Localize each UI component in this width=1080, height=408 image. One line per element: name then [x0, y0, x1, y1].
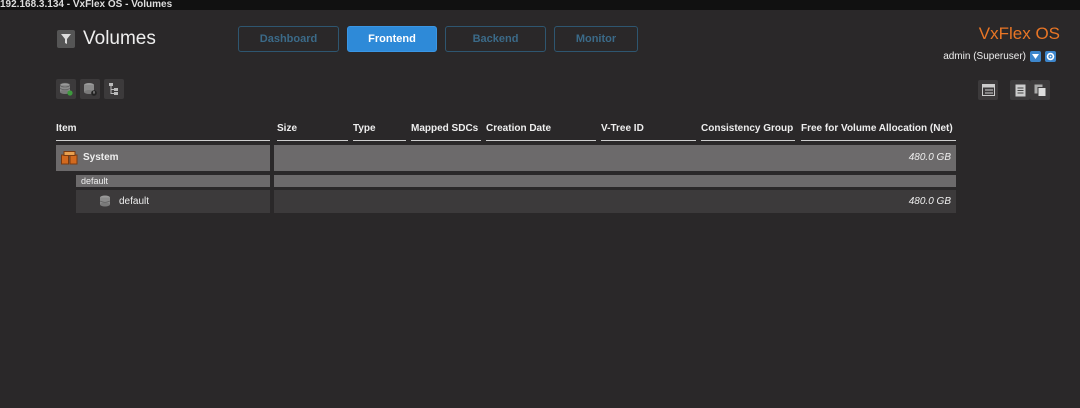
view-toolbar [978, 80, 1050, 100]
gear-icon [1046, 52, 1055, 61]
filter-icon [61, 34, 71, 44]
main-nav: Dashboard Frontend Backend Monitor [238, 26, 646, 52]
column-header-free-allocation[interactable]: Free for Volume Allocation (Net) [801, 120, 956, 141]
column-header-consistency-group[interactable]: Consistency Group [701, 120, 795, 141]
protection-domain-data-cell [274, 175, 956, 187]
storage-pool-data-cell [274, 190, 956, 213]
protection-domain-name: default [81, 176, 109, 186]
storage-pool-icon [99, 195, 111, 207]
user-menu: admin (Superuser) [943, 51, 1056, 62]
brand-suffix: OS [1035, 24, 1060, 43]
volume-status-button[interactable] [80, 79, 100, 99]
brand-name: VxFlex [978, 24, 1031, 43]
system-data-cell [274, 145, 956, 171]
system-name: System [83, 152, 119, 163]
table-view-button[interactable] [978, 80, 998, 100]
user-dropdown-button[interactable] [1030, 51, 1041, 62]
copy-button[interactable] [1030, 80, 1050, 100]
volume-toolbar [56, 79, 128, 99]
column-header-size[interactable]: Size [277, 120, 348, 141]
add-volume-button[interactable] [56, 79, 76, 99]
table-icon [981, 84, 995, 96]
brand-logo: VxFlex OS [979, 24, 1060, 44]
database-alert-icon [84, 83, 97, 96]
window-title: 192.168.3.134 - VxFlex OS - Volumes [0, 0, 173, 10]
column-header-mapped-sdcs[interactable]: Mapped SDCs [411, 120, 481, 141]
details-button[interactable] [1010, 80, 1030, 100]
page-title: Volumes [83, 28, 156, 49]
nav-monitor[interactable]: Monitor [554, 26, 638, 52]
column-header-vtree-id[interactable]: V-Tree ID [601, 120, 696, 141]
settings-button[interactable] [1045, 51, 1056, 62]
chevron-down-icon [1032, 54, 1039, 59]
storage-pool-free-allocation: 480.0 GB [908, 196, 951, 207]
window-titlebar: 192.168.3.134 - VxFlex OS - Volumes [0, 0, 1080, 10]
user-label: admin (Superuser) [943, 51, 1026, 62]
nav-frontend[interactable]: Frontend [347, 26, 437, 52]
filter-button[interactable] [57, 30, 75, 48]
system-free-allocation: 480.0 GB [908, 152, 951, 163]
nav-dashboard[interactable]: Dashboard [238, 26, 339, 52]
table-row-storage-pool[interactable]: default 480.0 GB [76, 190, 956, 213]
storage-pool-name: default [119, 196, 150, 207]
table-row-system[interactable]: System 480.0 GB [56, 145, 956, 171]
column-header-type[interactable]: Type [353, 120, 406, 141]
table-row-protection-domain[interactable]: default [76, 175, 956, 187]
database-add-icon [59, 82, 73, 96]
copy-icon [1034, 84, 1046, 97]
nav-backend[interactable]: Backend [445, 26, 546, 52]
column-header-item[interactable]: Item [56, 120, 270, 141]
page-header: Volumes [57, 27, 156, 51]
document-icon [1015, 84, 1025, 96]
system-icon [61, 151, 78, 165]
column-header-creation-date[interactable]: Creation Date [486, 120, 596, 141]
tree-hierarchy-icon [109, 83, 118, 95]
tree-view-button[interactable] [104, 79, 124, 99]
